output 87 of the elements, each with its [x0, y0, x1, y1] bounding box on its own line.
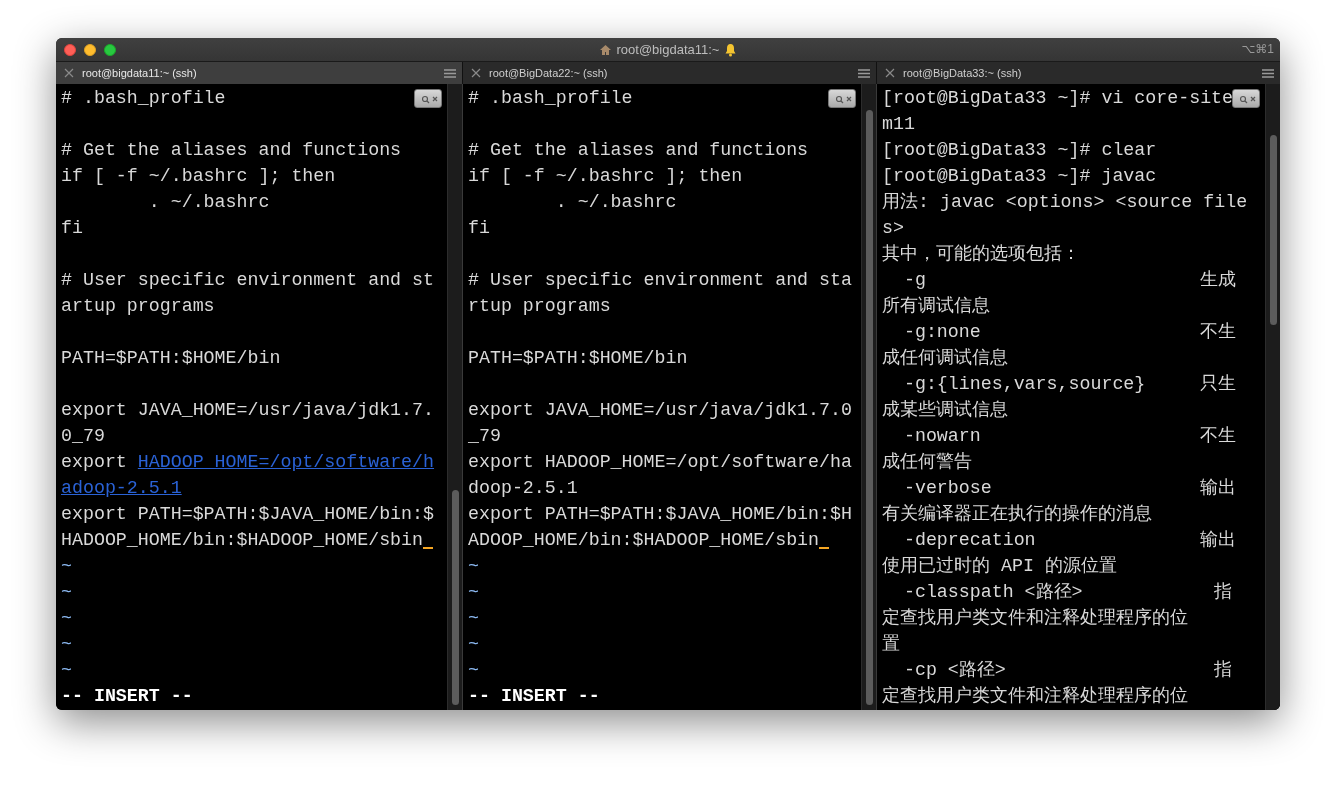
mode-indicator: -- INSERT --: [468, 686, 600, 706]
terminal-line: 定查找用户类文件和注释处理程序的位: [882, 686, 1188, 706]
terminal-line: export PATH=$PATH:$JAVA_HOME/bin:$H: [468, 504, 852, 524]
terminal-line: PATH=$PATH:$HOME/bin: [468, 348, 688, 368]
terminal-line: # User specific environment and sta: [468, 270, 852, 290]
terminal-line: if [ -f ~/.bashrc ]; then: [468, 166, 743, 186]
terminal-line: -deprecation 输出: [902, 530, 1237, 550]
terminal-line: [root@BigData33 ~]# javac: [882, 166, 1157, 186]
minimize-icon[interactable]: [84, 43, 96, 56]
close-icon[interactable]: [885, 68, 895, 78]
terminal-line: 使用已过时的 API 的源位置: [882, 556, 1117, 576]
terminal-line: HADOOP_HOME/bin:$HADOOP_HOME/sbin: [61, 530, 424, 550]
zoom-icon[interactable]: [104, 43, 116, 56]
terminal-line: export: [61, 452, 127, 472]
terminal-line: PATH=$PATH:$HOME/bin: [61, 348, 281, 368]
terminal-line: 所有调试信息: [882, 296, 990, 316]
menu-icon[interactable]: [1262, 68, 1274, 78]
terminal-line: [root@BigData33 ~]# clear: [882, 140, 1157, 160]
find-button[interactable]: [414, 89, 442, 108]
terminal-line: -g:{lines,vars,source} 只生: [902, 374, 1237, 394]
window-title: root@bigdata11:~: [616, 42, 720, 57]
bell-icon: [724, 42, 738, 57]
terminal-line: -classpath <路径> 指: [902, 582, 1233, 602]
find-button[interactable]: [1232, 89, 1260, 108]
tilde-marker: ~: [468, 608, 479, 628]
terminal-line: 定查找用户类文件和注释处理程序的位: [882, 608, 1188, 628]
menu-icon[interactable]: [858, 68, 870, 78]
terminal-line: rtup programs: [468, 296, 611, 316]
terminal-line: artup programs: [61, 296, 215, 316]
tilde-marker: ~: [61, 660, 72, 680]
terminal-line: fi: [61, 218, 83, 238]
terminal-line: 有关编译器正在执行的操作的消息: [882, 504, 1152, 524]
terminal-line: doop-2.5.1: [468, 478, 578, 498]
terminal-line: # .bash_profile: [468, 88, 633, 108]
terminal-line: export JAVA_HOME=/usr/java/jdk1.7.0: [468, 400, 852, 420]
tilde-marker: ~: [61, 582, 72, 602]
terminal-line: . ~/.bashrc: [554, 192, 677, 212]
tilde-marker: ~: [468, 660, 479, 680]
tilde-marker: ~: [61, 608, 72, 628]
terminal-line: m11: [882, 114, 915, 134]
terminal-line: 成任何警告: [882, 452, 972, 472]
terminal-line: -cp <路径> 指: [902, 660, 1233, 680]
terminal-line: -g:none 不生: [902, 322, 1237, 342]
terminal-line: . ~/.bashrc: [147, 192, 270, 212]
find-button[interactable]: [828, 89, 856, 108]
close-icon[interactable]: [64, 43, 76, 56]
terminal-line: -verbose 输出: [902, 478, 1237, 498]
shortcut-label: ⌥⌘1: [1241, 42, 1274, 56]
terminal-line: -g 生成: [902, 270, 1237, 290]
close-icon[interactable]: [471, 68, 481, 78]
terminal-line: 其中，可能的选项包括：: [882, 244, 1080, 264]
tilde-marker: ~: [61, 556, 72, 576]
tab[interactable]: root@BigData33:~ (ssh): [877, 62, 1280, 84]
close-icon[interactable]: [64, 68, 74, 78]
terminal-line: fi: [468, 218, 490, 238]
tilde-marker: ~: [468, 582, 479, 602]
terminal-line: ADOOP_HOME/bin:$HADOOP_HOME/sbin: [468, 530, 820, 550]
terminal-line: export JAVA_HOME=/usr/java/jdk1.7.: [61, 400, 434, 420]
terminal-line: # Get the aliases and functions: [61, 140, 402, 160]
terminal-line: # .bash_profile: [61, 88, 226, 108]
terminal-line: 用法: javac <options> <source file: [882, 192, 1248, 212]
tilde-marker: ~: [61, 634, 72, 654]
scrollbar[interactable]: [861, 84, 876, 710]
terminal-line: # User specific environment and st: [61, 270, 434, 290]
terminal-line: # Get the aliases and functions: [468, 140, 809, 160]
terminal-line: if [ -f ~/.bashrc ]; then: [61, 166, 336, 186]
menu-icon[interactable]: [444, 68, 456, 78]
tilde-marker: ~: [468, 634, 479, 654]
link[interactable]: adoop-2.5.1: [61, 478, 182, 498]
terminal-line: _79: [468, 426, 501, 446]
link[interactable]: HADOOP_HOME=/opt/software/h: [137, 452, 435, 472]
tab[interactable]: root@BigData22:~ (ssh): [463, 62, 876, 84]
scrollbar[interactable]: [447, 84, 462, 710]
terminal-line: 0_79: [61, 426, 105, 446]
terminal-line: 置: [882, 634, 900, 654]
home-icon: [598, 43, 612, 56]
terminal-line: -nowarn 不生: [902, 426, 1237, 446]
terminal-line: 成任何调试信息: [882, 348, 1008, 368]
terminal-line: s>: [882, 218, 904, 238]
tab[interactable]: root@bigdata11:~ (ssh): [56, 62, 462, 84]
tilde-marker: ~: [468, 556, 479, 576]
terminal-line: export PATH=$PATH:$JAVA_HOME/bin:$: [61, 504, 434, 524]
terminal-line: [root@BigData33 ~]# vi core-site: [882, 88, 1234, 108]
mode-indicator: -- INSERT --: [61, 686, 193, 706]
terminal-line: 成某些调试信息: [882, 400, 1008, 420]
scrollbar[interactable]: [1265, 84, 1280, 710]
terminal-line: export HADOOP_HOME=/opt/software/ha: [468, 452, 852, 472]
